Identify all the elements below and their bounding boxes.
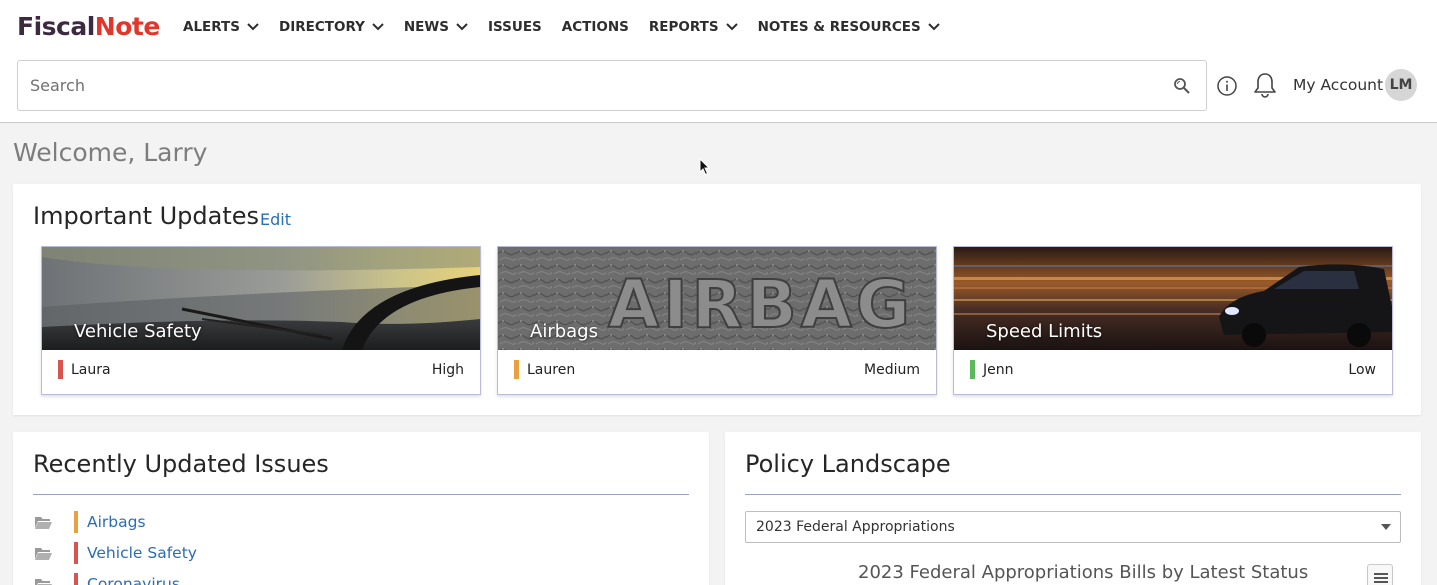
main-nav: ALERTS DIRECTORY NEWS ISSUES ACTIONS REP… xyxy=(183,19,960,35)
divider xyxy=(33,494,689,495)
policy-landscape-card: Policy Landscape 2023 Federal Appropriat… xyxy=(725,432,1421,585)
important-updates-title: Important Updates xyxy=(33,202,260,230)
update-tile-speed-limits[interactable]: Speed Limits Jenn Low xyxy=(953,246,1393,395)
list-item: Airbags xyxy=(35,511,146,533)
policy-landscape-title: Policy Landscape xyxy=(745,450,951,478)
tile-priority: Low xyxy=(1348,362,1376,378)
top-bar: FiscalNote ALERTS DIRECTORY NEWS ISSUES … xyxy=(0,0,1437,123)
nav-label: ISSUES xyxy=(488,19,542,35)
nav-label: ALERTS xyxy=(183,19,240,35)
caret-down-icon xyxy=(1381,524,1391,530)
chevron-down-icon xyxy=(372,23,384,31)
svg-text:AIRBAG: AIRBAG xyxy=(608,266,914,343)
important-updates-card: Important Updates Edit Vehicle Safety La… xyxy=(13,184,1421,415)
my-account-link[interactable]: My Account xyxy=(1293,76,1383,94)
tile-owner: Laura xyxy=(71,362,111,378)
tile-footer: Lauren Medium xyxy=(498,350,936,394)
fiscalnote-logo[interactable]: FiscalNote xyxy=(17,12,160,41)
priority-flag xyxy=(970,360,975,379)
nav-notes-resources[interactable]: NOTES & RESOURCES xyxy=(758,19,940,35)
welcome-heading: Welcome, Larry xyxy=(13,138,208,167)
search-input[interactable] xyxy=(30,61,1160,110)
chevron-down-icon xyxy=(247,23,259,31)
chevron-down-icon xyxy=(725,23,738,31)
divider xyxy=(745,494,1401,495)
priority-flag xyxy=(514,360,519,379)
issue-flag xyxy=(74,511,78,533)
folder-icon xyxy=(35,578,52,585)
priority-flag xyxy=(58,360,63,379)
issue-link-vehicle-safety[interactable]: Vehicle Safety xyxy=(87,544,197,562)
list-item: Vehicle Safety xyxy=(35,542,197,564)
nav-alerts[interactable]: ALERTS xyxy=(183,19,259,35)
nav-news[interactable]: NEWS xyxy=(404,19,468,35)
logo-part-1: Fiscal xyxy=(17,12,95,41)
chevron-down-icon xyxy=(928,23,940,31)
nav-label: ACTIONS xyxy=(561,19,629,35)
tile-footer: Laura High xyxy=(42,350,480,394)
list-item: Coronavirus xyxy=(35,573,180,585)
issue-link-airbags[interactable]: Airbags xyxy=(87,513,146,531)
select-value: 2023 Federal Appropriations xyxy=(756,519,955,535)
bell-icon[interactable] xyxy=(1252,71,1278,99)
recently-updated-issues-card: Recently Updated Issues Airbags Vehicle … xyxy=(13,432,709,585)
tile-footer: Jenn Low xyxy=(954,350,1392,394)
nav-label: NEWS xyxy=(403,19,450,35)
chart-title: 2023 Federal Appropriations Bills by Lat… xyxy=(858,562,1309,583)
recent-issues-title: Recently Updated Issues xyxy=(33,450,329,478)
issue-link-coronavirus[interactable]: Coronavirus xyxy=(87,575,180,585)
avatar[interactable]: LM xyxy=(1385,69,1417,101)
chevron-down-icon xyxy=(456,23,468,31)
search-box xyxy=(17,60,1207,111)
nav-label: NOTES & RESOURCES xyxy=(757,19,921,35)
update-tile-airbags[interactable]: AIRBAG Airbags Lauren Medium xyxy=(497,246,937,395)
tile-priority: Medium xyxy=(864,362,920,378)
tile-title: Speed Limits xyxy=(986,321,1103,342)
folder-icon xyxy=(35,547,52,560)
issue-flag xyxy=(74,573,78,585)
policy-select[interactable]: 2023 Federal Appropriations xyxy=(745,511,1401,543)
tile-title: Airbags xyxy=(530,321,598,342)
update-tile-vehicle-safety[interactable]: Vehicle Safety Laura High xyxy=(41,246,481,395)
edit-link[interactable]: Edit xyxy=(260,210,291,229)
tile-owner: Jenn xyxy=(983,362,1014,378)
search-icon[interactable] xyxy=(1172,76,1192,96)
tile-priority: High xyxy=(431,362,464,378)
tile-owner: Lauren xyxy=(527,362,576,378)
nav-label: REPORTS xyxy=(648,19,719,35)
issue-flag xyxy=(74,542,78,564)
tile-title: Vehicle Safety xyxy=(74,321,202,342)
info-icon[interactable] xyxy=(1216,75,1238,97)
hamburger-menu-icon[interactable] xyxy=(1367,564,1393,585)
nav-label: DIRECTORY xyxy=(279,19,365,35)
nav-directory[interactable]: DIRECTORY xyxy=(279,19,384,35)
nav-reports[interactable]: REPORTS xyxy=(649,19,738,35)
folder-icon xyxy=(35,516,52,529)
mouse-cursor-icon xyxy=(699,158,711,176)
nav-actions[interactable]: ACTIONS xyxy=(562,19,629,35)
logo-part-2: Note xyxy=(94,12,161,41)
nav-issues[interactable]: ISSUES xyxy=(488,19,542,35)
